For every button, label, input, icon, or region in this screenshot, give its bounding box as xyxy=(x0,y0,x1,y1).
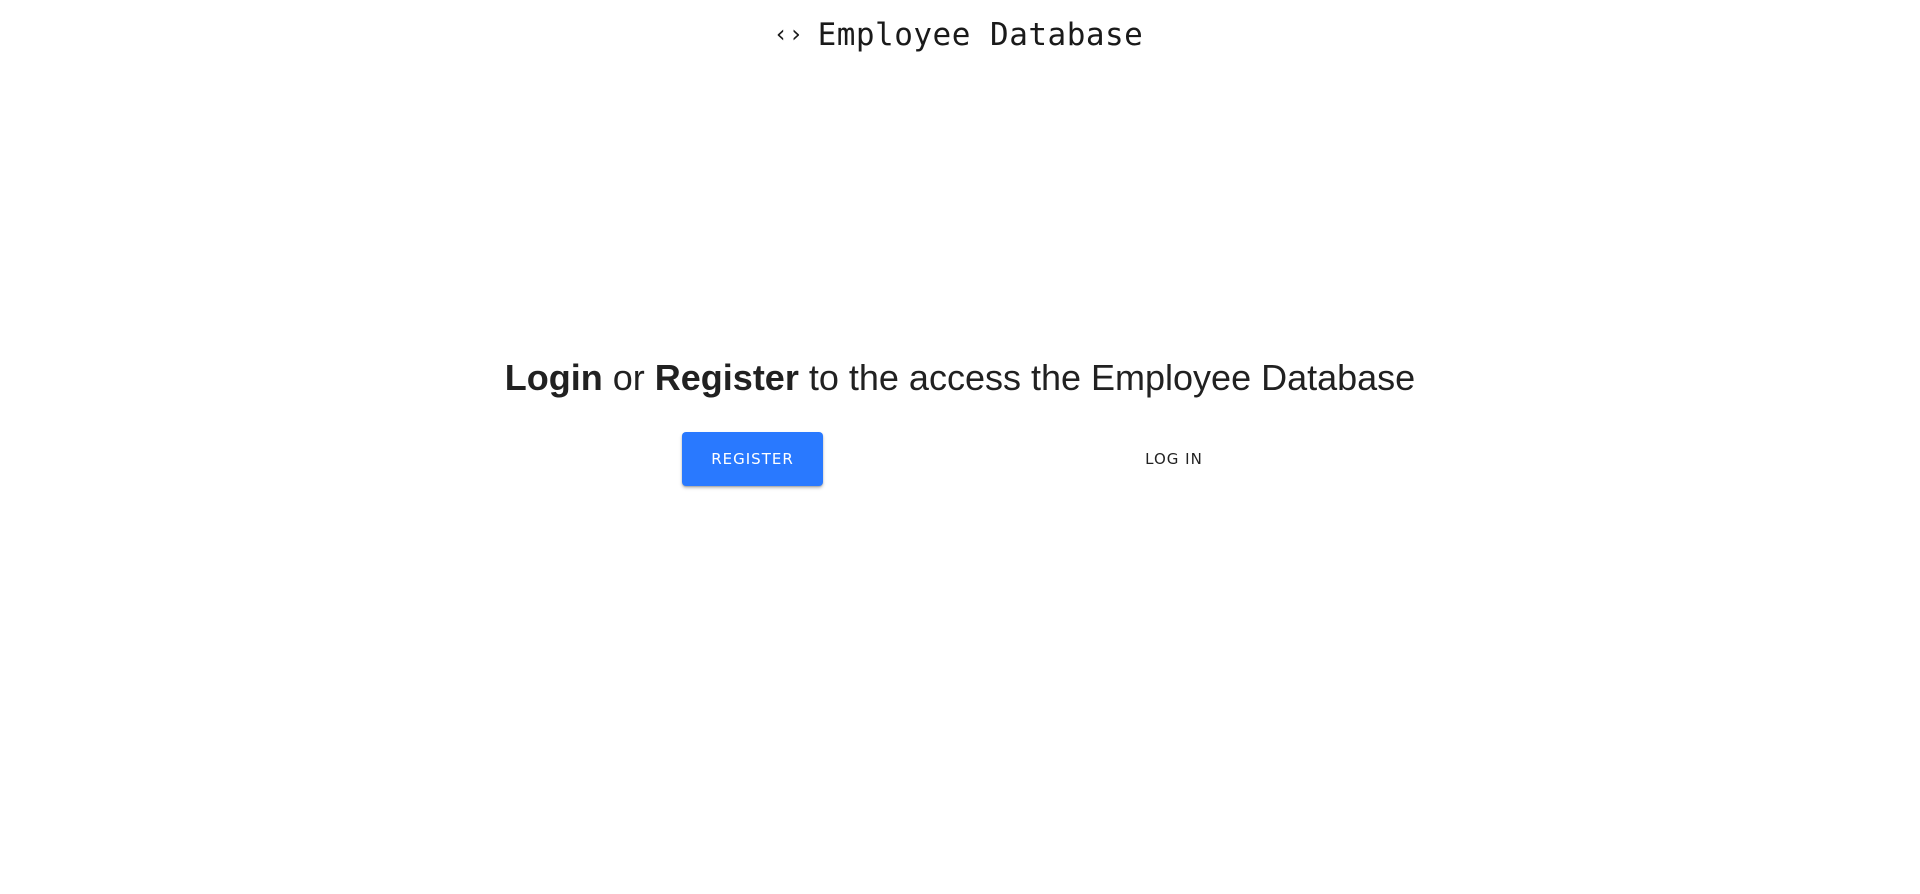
headline-or-word: or xyxy=(602,357,655,398)
headline-login-word: Login xyxy=(504,357,603,398)
headline-register-word: Register xyxy=(654,357,799,398)
headline-rest: to the access the Employee Database xyxy=(798,357,1416,398)
login-button[interactable]: Log In xyxy=(1130,432,1218,486)
app-header: ‹› Employee Database xyxy=(0,0,1920,70)
app-brand[interactable]: ‹› Employee Database xyxy=(774,17,1144,53)
code-brackets-icon: ‹› xyxy=(773,20,804,48)
auth-actions: Register Log In xyxy=(0,432,1920,488)
app-title: Employee Database xyxy=(817,17,1144,53)
page-headline: Login or Register to the access the Empl… xyxy=(505,352,1415,404)
main-content: Login or Register to the access the Empl… xyxy=(0,352,1920,486)
register-button[interactable]: Register xyxy=(682,432,823,486)
